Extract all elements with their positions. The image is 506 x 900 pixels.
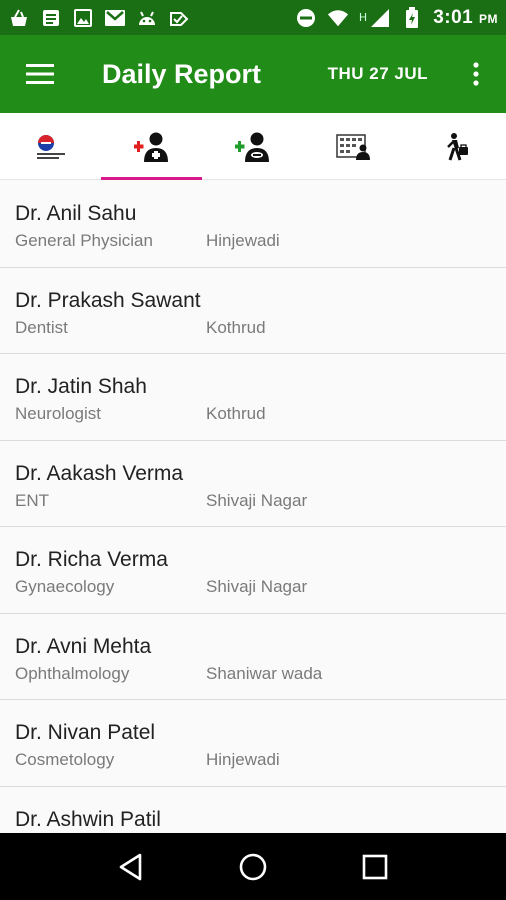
doctor-speciality: General Physician xyxy=(15,231,153,250)
list-item[interactable]: Dr. Richa Verma Gynaecology Shivaji Nagar xyxy=(0,527,506,614)
recents-icon xyxy=(362,854,388,879)
doctor-location: Hinjewadi xyxy=(206,231,280,250)
doctor-speciality: Ophthalmology xyxy=(15,663,130,683)
gmail-icon xyxy=(104,8,126,28)
do-not-disturb-icon xyxy=(295,8,317,28)
back-icon xyxy=(119,853,142,880)
doctor-location: Shivaji Nagar xyxy=(206,577,308,596)
list-item[interactable]: Dr. Nivan Patel Cosmetology Hinjewadi xyxy=(0,700,506,787)
doctor-speciality: Gynaecology xyxy=(15,577,115,596)
schedule-icon xyxy=(336,133,371,160)
list-item[interactable]: Dr. Ashwin Patil xyxy=(0,786,506,833)
doctor-location: Kothrud xyxy=(206,404,266,423)
doctor-speciality: Neurologist xyxy=(15,404,101,423)
doctor-name: Dr. Aakash Verma xyxy=(15,461,184,485)
recents-button[interactable] xyxy=(345,837,405,897)
wifi-icon xyxy=(327,8,349,28)
tab-doctors[interactable] xyxy=(101,113,203,180)
battery-charging-icon xyxy=(401,6,423,28)
signal-icon xyxy=(369,8,391,28)
tab-schedule[interactable] xyxy=(304,113,405,180)
status-bar: H 3:01 PM xyxy=(0,0,506,35)
list-item[interactable]: Dr. Anil Sahu General Physician Hinjewadi xyxy=(0,181,506,268)
list-item[interactable]: Dr. Avni Mehta Ophthalmology Shaniwar wad… xyxy=(0,613,506,700)
doctor-location: Hinjewadi xyxy=(206,750,280,769)
doctor-location: Shaniwar wada xyxy=(206,663,323,683)
report-date[interactable]: THU 27 JUL xyxy=(328,64,428,84)
more-vert-icon xyxy=(473,62,479,86)
doctor-name: Dr. Avni Mehta xyxy=(15,634,152,658)
walking-person-icon xyxy=(447,132,469,160)
tab-report[interactable] xyxy=(0,113,101,180)
tab-field-visit[interactable] xyxy=(405,113,506,180)
list-item[interactable]: Dr. Prakash Sawant Dentist Kothrud xyxy=(0,267,506,354)
doctor-name: Dr. Anil Sahu xyxy=(15,202,137,225)
doctor-name: Dr. Prakash Sawant xyxy=(15,288,201,312)
doctor-speciality: Cosmetology xyxy=(15,750,115,769)
notes-icon xyxy=(40,8,62,28)
doctor-location: Shivaji Nagar xyxy=(206,490,308,510)
app-bar: Daily Report THU 27 JUL xyxy=(0,35,506,113)
doctor-speciality: ENT xyxy=(15,490,49,510)
list-item[interactable]: Dr. Aakash Verma ENT Shivaji Nagar xyxy=(0,440,506,527)
doctor-name: Dr. Jatin Shah xyxy=(15,375,147,398)
doctor-speciality: Dentist xyxy=(15,317,68,337)
bag-icon xyxy=(8,8,30,28)
add-chemist-icon xyxy=(234,132,269,162)
report-icon xyxy=(36,134,65,159)
overflow-menu-button[interactable] xyxy=(456,35,496,113)
add-doctor-icon xyxy=(133,132,168,162)
doctor-name: Dr. Nivan Patel xyxy=(15,721,156,744)
list-item[interactable]: Dr. Jatin Shah Neurologist Kothrud xyxy=(0,354,506,441)
hamburger-icon xyxy=(26,64,54,84)
network-type-label: H xyxy=(358,11,368,24)
android-icon xyxy=(136,8,158,28)
check-badge-icon xyxy=(168,8,190,28)
doctor-name: Dr. Richa Verma xyxy=(15,548,168,571)
home-icon xyxy=(239,853,267,880)
clock: 3:01 PM xyxy=(433,6,498,28)
image-icon xyxy=(72,8,94,28)
page-title: Daily Report xyxy=(102,58,262,89)
doctor-list[interactable]: Dr. Anil Sahu General Physician Hinjewadi… xyxy=(0,181,506,833)
back-button[interactable] xyxy=(101,837,161,897)
doctor-location: Kothrud xyxy=(206,317,266,337)
system-nav-bar xyxy=(0,833,506,900)
doctor-name: Dr. Ashwin Patil xyxy=(15,807,161,831)
menu-button[interactable] xyxy=(0,35,80,113)
tab-chemists[interactable] xyxy=(202,113,303,180)
tab-bar xyxy=(0,113,506,180)
home-button[interactable] xyxy=(223,837,283,897)
